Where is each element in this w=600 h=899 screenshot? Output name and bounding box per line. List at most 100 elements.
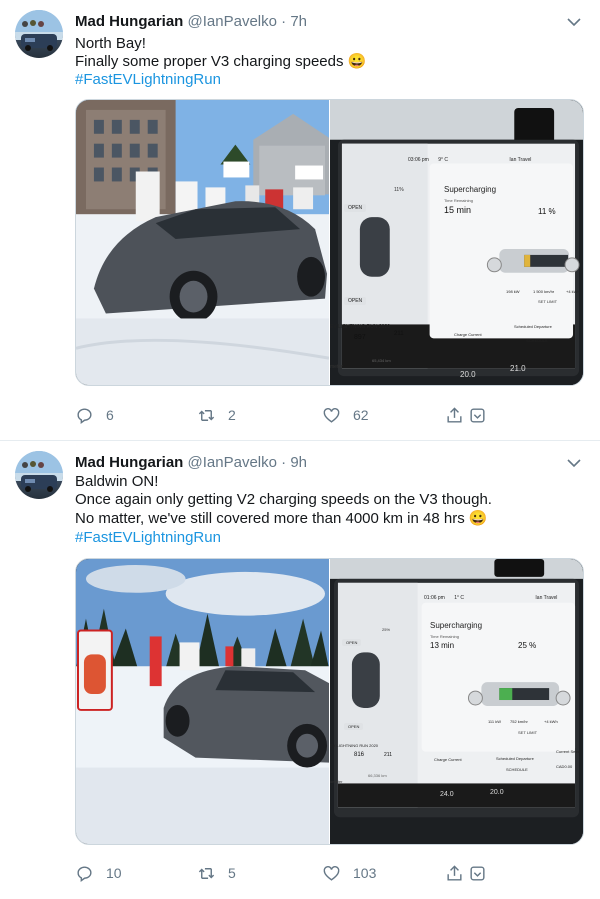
like-count: 103 xyxy=(353,865,377,881)
screen-battery-small: 25% xyxy=(382,627,391,632)
screen-left-temp: 24.0 xyxy=(440,791,454,798)
screen-scheduled-departure: Scheduled Departure xyxy=(496,756,534,761)
screen-status-bar: 01:06 pm 1° C Ian Travel xyxy=(424,595,557,601)
share-icon xyxy=(447,406,462,423)
screen-power: 198 kW xyxy=(506,289,520,294)
retweet-button[interactable]: 5 xyxy=(197,861,236,885)
reply-icon xyxy=(77,407,92,424)
screen-soc: 25 % xyxy=(518,641,537,650)
screen-schedule-button: SCHEDULE xyxy=(526,338,548,343)
like-button[interactable]: 62 xyxy=(322,403,369,427)
screen-time-remaining-label: Time Remaining xyxy=(444,198,473,203)
retweet-icon xyxy=(198,867,215,879)
screen-session-cost: CAD0.00 xyxy=(556,764,573,769)
avatar[interactable] xyxy=(15,451,63,499)
tweet-text-line: North Bay! xyxy=(75,35,146,52)
bookmark-button[interactable] xyxy=(468,861,487,885)
screen-charge-current: Charge Current xyxy=(454,332,482,337)
screen-profile: Ian Travel xyxy=(535,595,558,601)
tweet[interactable]: Mad Hungarian @IanPavelko · 9h Baldwin O… xyxy=(0,441,600,899)
screen-open-lower: OPEN xyxy=(344,297,367,305)
photo-tesla-screen[interactable]: 01:06 pm 1° C Ian Travel 25% OPEN OPEN S… xyxy=(330,559,583,844)
share-button[interactable] xyxy=(445,403,464,427)
screen-right-temp: 21.0 xyxy=(510,364,526,373)
tweet-media[interactable]: 03:06 pm 9° C Ian Travel 11% OPEN OPEN S… xyxy=(75,99,584,386)
screen-temperature: 9° C xyxy=(438,157,449,163)
author-name[interactable]: Mad Hungarian xyxy=(75,13,183,30)
like-count: 62 xyxy=(353,407,369,423)
tweet-actions: 10 5 103 xyxy=(75,861,495,885)
reply-button[interactable]: 6 xyxy=(75,403,114,427)
timestamp[interactable]: 7h xyxy=(290,13,307,30)
reply-count: 6 xyxy=(106,407,114,423)
screen-trip-sub: 66,336 km xyxy=(368,773,387,778)
screen-trip-sub: 65,434 km xyxy=(372,358,391,363)
author-handle[interactable]: @IanPavelko xyxy=(188,454,277,471)
chevron-down-icon[interactable] xyxy=(564,12,584,32)
screen-added: +4 kWh xyxy=(566,289,580,294)
reply-button[interactable]: 10 xyxy=(75,861,122,885)
screen-added: +4 kWh xyxy=(544,719,558,724)
screen-open-lower: OPEN xyxy=(344,723,364,730)
avatar[interactable] xyxy=(15,10,63,58)
tweet-text-line: Baldwin ON! xyxy=(75,473,159,490)
screen-status-bar: 03:06 pm 9° C Ian Travel xyxy=(408,157,531,163)
screen-open-upper: OPEN xyxy=(342,639,362,646)
tweet-header: Mad Hungarian @IanPavelko · 7h xyxy=(75,12,307,32)
screen-battery-small: 11% xyxy=(394,187,404,193)
photo-tesla-screen[interactable]: 03:06 pm 9° C Ian Travel 11% OPEN OPEN S… xyxy=(330,100,583,385)
screen-clock: 03:06 pm xyxy=(408,157,429,163)
screen-soc: 11 % xyxy=(538,207,556,216)
timestamp[interactable]: 9h xyxy=(290,454,307,471)
screen-rate: 1 500 km/hr xyxy=(533,289,555,294)
screen-footer-left: meter xyxy=(330,364,343,370)
author-name[interactable]: Mad Hungarian xyxy=(75,454,183,471)
screen-schedule-button: SCHEDULE xyxy=(506,767,528,772)
photo-car-at-supercharger[interactable] xyxy=(76,559,329,844)
screen-set-limit: SET LIMIT xyxy=(538,299,558,304)
hashtag-link[interactable]: #FastEVLightningRun xyxy=(75,70,221,90)
screen-profile: Ian Travel xyxy=(509,157,532,163)
retweet-count: 5 xyxy=(228,865,236,881)
screen-set-limit: SET LIMIT xyxy=(518,730,538,735)
screen-open-upper: OPEN xyxy=(344,204,367,212)
screen-trip-value-b: 211 xyxy=(394,331,404,337)
tweet-header: Mad Hungarian @IanPavelko · 9h xyxy=(75,453,307,473)
screen-trip-value-a: 816 xyxy=(354,752,365,758)
retweet-count: 2 xyxy=(228,407,236,423)
tweet[interactable]: Mad Hungarian @IanPavelko · 7h North Bay… xyxy=(0,0,600,441)
screen-power: 111 kW xyxy=(488,719,501,724)
screen-scheduled-departure: Scheduled Departure xyxy=(514,324,552,329)
screen-supercharging-title: Supercharging xyxy=(430,621,483,630)
tweet-text-line: Once again only getting V2 charging spee… xyxy=(75,491,492,508)
hashtag-link[interactable]: #FastEVLightningRun xyxy=(75,528,221,548)
photo-car-at-supercharger[interactable] xyxy=(76,100,329,385)
screen-temperature: 1° C xyxy=(454,595,465,601)
screen-clock: 01:06 pm xyxy=(424,595,445,601)
bookmark-icon xyxy=(470,865,485,881)
screen-footer-left: ometer xyxy=(330,779,343,784)
like-button[interactable]: 103 xyxy=(322,861,376,885)
tweet-media[interactable]: 01:06 pm 1° C Ian Travel 25% OPEN OPEN S… xyxy=(75,558,584,845)
bookmark-icon xyxy=(470,407,485,423)
bookmark-button[interactable] xyxy=(468,403,487,427)
screen-trip-value-a: 897 xyxy=(354,334,366,341)
heart-icon xyxy=(323,407,340,423)
tweet-text-line: No matter, we've still covered more than… xyxy=(75,510,488,527)
separator: · xyxy=(281,13,287,30)
retweet-button[interactable]: 2 xyxy=(197,403,236,427)
share-icon xyxy=(447,864,462,881)
screen-right-temp: 20.0 xyxy=(490,789,504,796)
reply-count: 10 xyxy=(106,865,122,881)
tweet-text-line: Finally some proper V3 charging speeds 😀 xyxy=(75,53,367,70)
separator: · xyxy=(281,454,287,471)
screen-trip-title: EV LIGHTNING RUN 2020 xyxy=(330,743,379,748)
author-handle[interactable]: @IanPavelko xyxy=(188,13,277,30)
screen-left-temp: 20.0 xyxy=(460,370,476,379)
chevron-down-icon[interactable] xyxy=(564,453,584,473)
share-button[interactable] xyxy=(445,861,464,885)
screen-supercharging-title: Supercharging xyxy=(444,185,497,194)
screen-time-remaining-label: Time Remaining xyxy=(430,634,459,639)
reply-icon xyxy=(77,865,92,882)
screen-time-remaining: 13 min xyxy=(430,641,455,650)
